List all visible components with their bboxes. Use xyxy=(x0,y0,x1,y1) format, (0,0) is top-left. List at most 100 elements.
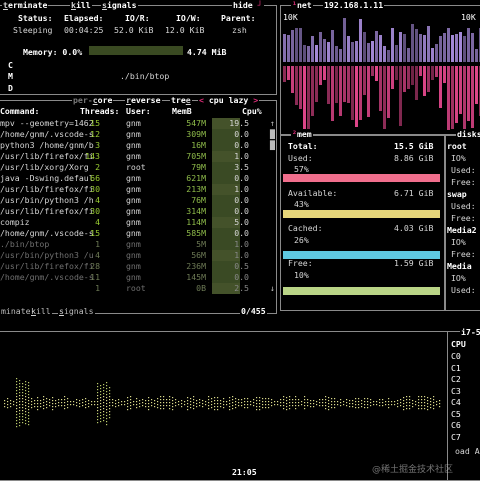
cpu-graph-dot xyxy=(121,404,123,406)
table-row[interactable]: /usr/lib/firefox/fi 143 gnm 705M 1.0 xyxy=(0,151,276,162)
cpu-graph-dot xyxy=(418,405,420,407)
cpu-graph-dot xyxy=(382,405,384,407)
cpu-graph-dot xyxy=(7,404,9,406)
cpu-graph-dot xyxy=(244,407,246,409)
table-row[interactable]: /usr/bin/python3 /u 4 gnm 56M 1.0 xyxy=(0,250,276,261)
table-row[interactable]: /usr/lib/xorg/Xorg 2 root 79M 3.5 xyxy=(0,162,276,173)
tab-per-core[interactable]: per-core xyxy=(72,95,114,105)
disk-stat: Used: xyxy=(451,165,476,175)
footer-terminate[interactable]: minate xyxy=(0,306,32,316)
table-row[interactable]: /usr/bin/python3 /h 4 gnm 76M 0.0 xyxy=(0,195,276,206)
table-row[interactable]: ./bin/btop 1 gnm 5M 1.0 xyxy=(0,239,276,250)
hide-button[interactable]: hide ┘ xyxy=(232,0,264,10)
cpu-graph-dot xyxy=(109,405,111,407)
cpu-graph-dot xyxy=(232,405,234,407)
table-row[interactable]: /home/gnm/.vscode-s 15 gnm 585M 0.0 xyxy=(0,228,276,239)
cpu-graph-dot xyxy=(37,400,39,402)
cpu-graph-dot xyxy=(103,387,105,389)
table-row[interactable]: /home/gnm/.vscode-s 11 gnm 145M 0.0 xyxy=(0,272,276,283)
cpu-graph-dot xyxy=(4,400,6,402)
process-cpu: 0.0 xyxy=(234,195,249,205)
cpu-graph-dot xyxy=(106,412,108,414)
net-upload-bar xyxy=(327,66,330,104)
cpu-graph-dot xyxy=(109,399,111,401)
cpu-graph-dot xyxy=(328,409,330,411)
cpu-graph-dot xyxy=(403,397,405,399)
table-row[interactable]: /usr/lib/firefox/fi 30 gnm 314M 0.0 xyxy=(0,206,276,217)
header-threads[interactable]: Threads: xyxy=(80,106,119,116)
cpu-graph-dot xyxy=(28,388,30,390)
cpu-graph-dot xyxy=(325,402,327,404)
footer-signals[interactable]: signals xyxy=(58,306,95,316)
cpu-graph-dot xyxy=(235,407,237,409)
cpu-graph-dot xyxy=(19,386,21,388)
scrollbar-segment[interactable]: █ xyxy=(270,140,275,151)
scroll-down-icon[interactable]: ↓ xyxy=(270,283,275,294)
cpu-graph-dot xyxy=(109,414,111,416)
net-download-bar xyxy=(323,39,326,62)
cpu-graph-dot xyxy=(109,411,111,413)
table-row[interactable]: java -Dswing.defaul 66 gnm 621M 0.0 xyxy=(0,173,276,184)
table-row[interactable]: /usr/lib/firefox/fi 28 gnm 236M 0.5 xyxy=(0,261,276,272)
cpu-graph-dot xyxy=(268,404,270,406)
cpu-graph-dot xyxy=(208,396,210,398)
cpu-graph-dot xyxy=(349,406,351,408)
header-command[interactable]: Command: xyxy=(0,106,39,116)
cpu-graph-dot xyxy=(379,405,381,407)
tab-tree[interactable]: tree xyxy=(170,95,192,105)
net-download-bar xyxy=(379,35,382,62)
footer-kill[interactable]: kill xyxy=(30,306,52,316)
cpu-graph-dot xyxy=(295,402,297,404)
scroll-up-icon[interactable]: ↑ xyxy=(270,118,275,129)
cpu-graph-dot xyxy=(25,423,27,425)
header-cpu[interactable]: Cpu% xyxy=(242,106,262,116)
signals-button[interactable]: signals xyxy=(101,0,138,10)
tab-reverse[interactable]: reverse xyxy=(125,95,162,105)
cpu-graph-dot xyxy=(25,384,27,386)
table-row[interactable]: /home/gnm/.vscode-s 12 gnm 309M 0.0 █ xyxy=(0,129,276,140)
process-mem: 314M xyxy=(186,206,206,216)
table-row[interactable]: python3 /home/gnm/b 3 gnm 16M 0.0 █ xyxy=(0,140,276,151)
cpu-graph-dot xyxy=(25,411,27,413)
header-user[interactable]: User: xyxy=(126,106,151,116)
tab-cpu-lazy[interactable]: < cpu lazy > xyxy=(198,95,260,105)
cpu-graph-dot xyxy=(292,399,294,401)
scrollbar-segment[interactable]: █ xyxy=(270,129,275,140)
cpu-graph-dot xyxy=(76,402,78,404)
io-write-label: IO/W: xyxy=(176,13,201,23)
cpu-graph-dot xyxy=(415,404,417,406)
cpu-graph-dot xyxy=(28,421,30,423)
cpu-graph-dot xyxy=(199,402,201,404)
cpu-graph-dot xyxy=(85,398,87,400)
cpu-graph-dot xyxy=(127,403,129,405)
cpu-graph-dot xyxy=(325,405,327,407)
net-upload-bar xyxy=(443,66,446,83)
table-row[interactable]: compiz 4 gnm 114M 5.0 xyxy=(0,217,276,228)
table-row[interactable]: mpv --geometry=1462 15 gnm 547M 19.5 ↑ xyxy=(0,118,276,129)
cpu-graph-dot xyxy=(25,399,27,401)
kill-button[interactable]: kill xyxy=(70,0,92,10)
table-row[interactable]: 1 root 0B 2.5 ↓ xyxy=(0,283,276,294)
cpu-graph-dot xyxy=(49,399,51,401)
cpu-graph-dot xyxy=(283,402,285,404)
net-download-bar xyxy=(443,33,446,62)
cpu-graph-dot xyxy=(151,405,153,407)
terminate-button[interactable]: terminate xyxy=(2,0,49,10)
table-row[interactable]: /usr/lib/firefox/fi 30 gnm 213M 1.0 xyxy=(0,184,276,195)
disk-name: Media2 xyxy=(447,225,477,235)
cpu-graph-dot xyxy=(379,399,381,401)
cpu-graph-dot xyxy=(247,404,249,406)
cpu-graph-dot xyxy=(367,407,369,409)
cpu-graph-dot xyxy=(7,407,9,409)
net-download-bar xyxy=(415,29,418,62)
net-download-bar xyxy=(459,32,462,62)
cpu-graph-dot xyxy=(328,397,330,399)
header-mem[interactable]: MemB xyxy=(172,106,192,116)
cpu-graph-dot xyxy=(28,391,30,393)
net-upload-bar xyxy=(359,66,362,120)
process-mem: 621M xyxy=(186,173,206,183)
cpu-graph-dot xyxy=(100,421,102,423)
cpu-graph-dot xyxy=(22,419,24,421)
cpu-graph-dot xyxy=(142,399,144,401)
cpu-graph-dot xyxy=(232,399,234,401)
